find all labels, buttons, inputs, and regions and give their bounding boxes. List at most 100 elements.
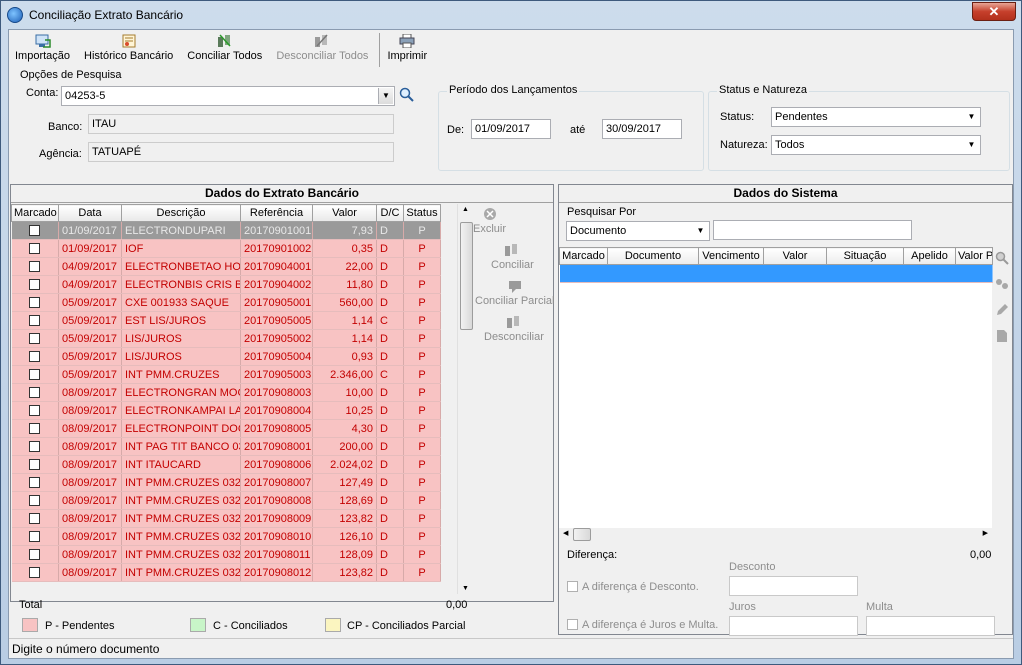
- edit-icon[interactable]: [995, 303, 1009, 317]
- row-checkbox[interactable]: [29, 423, 41, 435]
- marcado-cell[interactable]: [11, 491, 59, 510]
- document-icon[interactable]: [995, 329, 1009, 343]
- row-checkbox[interactable]: [29, 333, 41, 345]
- marcado-cell[interactable]: [11, 419, 59, 438]
- conciliar-button[interactable]: Conciliar: [491, 243, 534, 271]
- marcado-cell[interactable]: [11, 239, 59, 258]
- link-icon[interactable]: [995, 277, 1009, 291]
- marcado-cell[interactable]: [11, 437, 59, 456]
- row-checkbox[interactable]: [29, 459, 41, 471]
- table-row[interactable]: 04/09/2017ELECTRONBETAO HOT D20170904001…: [11, 257, 441, 276]
- column-header[interactable]: Documento: [607, 247, 699, 265]
- table-row[interactable]: 08/09/2017 ELECTRONGRAN MOGI 20170908003 10…: [11, 383, 441, 402]
- pesquisar-por-select[interactable]: Documento ▼: [566, 221, 710, 241]
- conta-select[interactable]: 04253-5 ▼: [61, 86, 395, 106]
- desconciliar-todos-button[interactable]: Desconciliar Todos: [273, 30, 371, 62]
- row-checkbox[interactable]: [29, 279, 41, 291]
- column-header[interactable]: Marcado: [559, 247, 608, 265]
- marcado-cell[interactable]: [11, 257, 59, 276]
- row-checkbox[interactable]: [29, 567, 41, 579]
- marcado-cell[interactable]: [11, 311, 59, 330]
- scroll-up-icon[interactable]: ▲: [462, 206, 469, 213]
- table-row[interactable]: 08/09/2017 INT PMM.CRUZES 03226 2017090800…: [11, 491, 441, 510]
- row-checkbox[interactable]: [29, 243, 41, 255]
- column-header[interactable]: Vencimento: [698, 247, 764, 265]
- imprimir-button[interactable]: Imprimir: [384, 30, 430, 62]
- row-checkbox[interactable]: [29, 297, 41, 309]
- conciliar-todos-button[interactable]: Conciliar Todos: [184, 30, 265, 62]
- marcado-cell[interactable]: [11, 563, 59, 582]
- column-header[interactable]: Valor: [763, 247, 827, 265]
- marcado-cell[interactable]: [11, 527, 59, 546]
- row-checkbox[interactable]: [29, 225, 41, 237]
- row-checkbox[interactable]: [29, 513, 41, 525]
- chevron-down-icon[interactable]: ▼: [964, 137, 979, 153]
- row-checkbox[interactable]: [29, 369, 41, 381]
- pesquisar-input[interactable]: [713, 220, 912, 240]
- column-header[interactable]: Status: [403, 204, 441, 222]
- table-row[interactable]: 08/09/2017ELECTRONPOINT DOCES20170908005…: [11, 419, 441, 438]
- table-row[interactable]: 08/09/2017 INT PMM.CRUZES 03226 2017090800…: [11, 509, 441, 528]
- marcado-cell[interactable]: [11, 221, 59, 240]
- column-header[interactable]: Marcado: [11, 204, 59, 222]
- column-header[interactable]: Valor: [312, 204, 377, 222]
- table-row[interactable]: 08/09/2017 INT PMM.CRUZES 03226 2017090801…: [11, 527, 441, 546]
- desconto-checkbox[interactable]: [567, 581, 578, 592]
- marcado-cell[interactable]: [11, 365, 59, 384]
- close-button[interactable]: ✕: [972, 2, 1016, 21]
- table-row[interactable]: 05/09/2017 INT PMM.CRUZES 20170905003 2.346…: [11, 365, 441, 384]
- chevron-down-icon[interactable]: ▼: [378, 88, 393, 104]
- row-checkbox[interactable]: [29, 387, 41, 399]
- row-checkbox[interactable]: [29, 477, 41, 489]
- table-row[interactable]: 05/09/2017 LIS/JUROS 20170905002 1,14 D P: [11, 329, 441, 348]
- search-icon[interactable]: [399, 87, 415, 103]
- column-header[interactable]: D/C: [376, 204, 404, 222]
- scroll-down-icon[interactable]: ▼: [462, 585, 469, 592]
- table-row[interactable]: 08/09/2017 INT PMM.CRUZES 03226 2017090800…: [11, 473, 441, 492]
- juros-checkbox[interactable]: [567, 619, 578, 630]
- column-header[interactable]: Situação: [826, 247, 904, 265]
- column-header[interactable]: Apelido: [903, 247, 956, 265]
- table-row[interactable]: 05/09/2017 EST LIS/JUROS 20170905005 1,14 C P: [11, 311, 441, 330]
- scroll-thumb[interactable]: [460, 222, 473, 330]
- chevron-down-icon[interactable]: ▼: [693, 223, 708, 239]
- row-checkbox[interactable]: [29, 549, 41, 561]
- table-row[interactable]: 05/09/2017 LIS/JUROS 20170905004 0,93 D P: [11, 347, 441, 366]
- table-row[interactable]: 04/09/2017 ELECTRONBIS CRIS BO 20170904002…: [11, 275, 441, 294]
- conciliar-parcial-button[interactable]: Conciliar Parcial: [475, 279, 554, 307]
- column-header[interactable]: Data: [58, 204, 122, 222]
- marcado-cell[interactable]: [11, 383, 59, 402]
- excluir-button[interactable]: Excluir: [473, 207, 506, 235]
- row-checkbox[interactable]: [29, 315, 41, 327]
- table-row[interactable]: 01/09/2017 IOF 20170901002 0,35 D P: [11, 239, 441, 258]
- column-header[interactable]: Referência: [240, 204, 313, 222]
- row-checkbox[interactable]: [29, 351, 41, 363]
- marcado-cell[interactable]: [11, 347, 59, 366]
- multa-input[interactable]: [866, 616, 995, 636]
- row-checkbox[interactable]: [29, 495, 41, 507]
- row-checkbox[interactable]: [29, 405, 41, 417]
- desconto-input[interactable]: [729, 576, 858, 596]
- row-checkbox[interactable]: [29, 531, 41, 543]
- column-header[interactable]: Valor P: [955, 247, 993, 265]
- row-checkbox[interactable]: [29, 261, 41, 273]
- sistema-hscroll[interactable]: ◀ ▶: [559, 528, 992, 541]
- importacao-button[interactable]: Importação: [12, 30, 73, 62]
- table-row[interactable]: 01/09/2017 ELECTRONDUPARI 20170901001 7,93 D…: [11, 221, 441, 240]
- marcado-cell[interactable]: [11, 293, 59, 312]
- row-checkbox[interactable]: [29, 441, 41, 453]
- search-icon[interactable]: [995, 251, 1009, 265]
- de-date-input[interactable]: 01/09/2017: [471, 119, 551, 139]
- table-row[interactable]: 08/09/2017 INT PAG TIT BANCO 03 2017090800…: [11, 437, 441, 456]
- marcado-cell[interactable]: [11, 455, 59, 474]
- marcado-cell[interactable]: [11, 509, 59, 528]
- marcado-cell[interactable]: [11, 275, 59, 294]
- juros-input[interactable]: [729, 616, 858, 636]
- desconciliar-button[interactable]: Desconciliar: [484, 315, 544, 343]
- table-row[interactable]: 08/09/2017 INT PMM.CRUZES 03226 2017090801…: [11, 545, 441, 564]
- natureza-select[interactable]: Todos ▼: [771, 135, 981, 155]
- table-row[interactable]: 05/09/2017 CXE 001933 SAQUE 20170905001 560…: [11, 293, 441, 312]
- chevron-down-icon[interactable]: ▼: [964, 109, 979, 125]
- marcado-cell[interactable]: [11, 473, 59, 492]
- scroll-right-icon[interactable]: ▶: [983, 529, 988, 537]
